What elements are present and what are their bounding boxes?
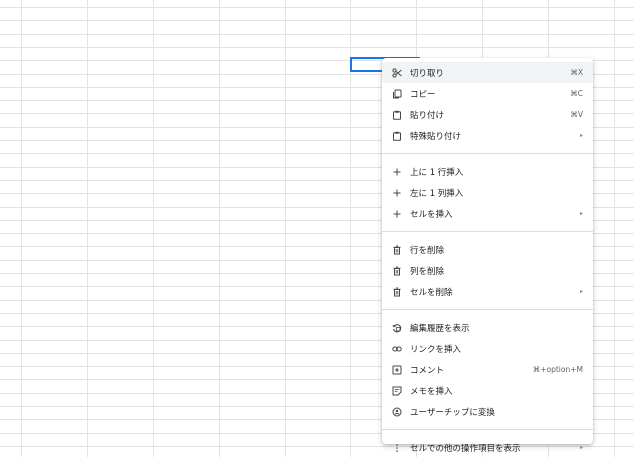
menu-item-label: 左に 1 列挿入 [410, 188, 464, 199]
menu-item-paste[interactable]: 貼り付け ⌘V [382, 104, 593, 125]
menu-item-cut[interactable]: 切り取り ⌘X [382, 62, 593, 83]
menu-item-insert-cells[interactable]: セルを挿入 ▸ [382, 203, 593, 224]
menu-item-label: 貼り付け [410, 110, 445, 121]
menu-item-label: 上に 1 行挿入 [410, 167, 464, 178]
menu-item-more-cell-actions[interactable]: セルでの他の操作項目を表示 ▸ [382, 437, 593, 458]
menu-item-label: セルでの他の操作項目を表示 [410, 443, 521, 454]
menu-item-label: メモを挿入 [410, 386, 453, 397]
note-icon [392, 386, 402, 396]
submenu-arrow-icon: ▸ [579, 132, 583, 139]
menu-item-insert-note[interactable]: メモを挿入 [382, 380, 593, 401]
grid-row-line [0, 20, 634, 21]
trash-icon [392, 266, 402, 276]
menu-item-label: ユーザーチップに変換 [410, 407, 495, 418]
menu-item-label: セルを削除 [410, 287, 453, 298]
link-icon [392, 344, 402, 354]
menu-item-label: 編集履歴を表示 [410, 323, 470, 334]
comment-icon [392, 365, 402, 375]
menu-item-label: コピー [410, 89, 436, 100]
menu-item-label: 列を削除 [410, 266, 445, 277]
grid-column-line [21, 0, 22, 457]
menu-item-insert-row-above[interactable]: 上に 1 行挿入 [382, 161, 593, 182]
history-icon [392, 323, 402, 333]
person-chip-icon [392, 407, 402, 417]
menu-divider [382, 153, 593, 154]
plus-icon [392, 167, 402, 177]
paste-icon [392, 110, 402, 120]
submenu-arrow-icon: ▸ [579, 210, 583, 217]
menu-item-label: 行を削除 [410, 245, 445, 256]
grid-column-line [153, 0, 154, 457]
context-menu: 切り取り ⌘X コピー ⌘C 貼り付け ⌘V 特殊貼り付け ▸ 上に 1 行挿入 [382, 58, 593, 454]
grid-column-line [285, 0, 286, 457]
menu-item-delete-column[interactable]: 列を削除 [382, 260, 593, 281]
menu-item-insert-link[interactable]: リンクを挿入 [382, 338, 593, 359]
more-vert-icon [392, 443, 402, 453]
menu-item-delete-row[interactable]: 行を削除 [382, 239, 593, 260]
trash-icon [392, 287, 402, 297]
grid-column-line [87, 0, 88, 457]
submenu-arrow-icon: ▸ [579, 288, 583, 295]
grid-row-line [0, 7, 634, 8]
menu-item-shortcut: ⌘X [570, 68, 583, 77]
menu-item-convert-to-people-chip[interactable]: ユーザーチップに変換 [382, 401, 593, 422]
menu-divider [382, 309, 593, 310]
menu-item-shortcut: ⌘C [570, 89, 583, 98]
submenu-arrow-icon: ▸ [579, 444, 583, 451]
grid-column-line [219, 0, 220, 457]
menu-item-label: 切り取り [410, 68, 445, 79]
menu-item-label: セルを挿入 [410, 209, 453, 220]
paste-special-icon [392, 131, 402, 141]
menu-item-label: 特殊貼り付け [410, 131, 462, 142]
grid-row-line [0, 47, 634, 48]
menu-item-paste-special[interactable]: 特殊貼り付け ▸ [382, 125, 593, 146]
menu-item-delete-cells[interactable]: セルを削除 ▸ [382, 281, 593, 302]
plus-icon [392, 209, 402, 219]
menu-item-shortcut: ⌘+option+M [532, 365, 583, 374]
menu-item-label: コメント [410, 365, 445, 376]
menu-item-comment[interactable]: コメント ⌘+option+M [382, 359, 593, 380]
grid-column-line [614, 0, 615, 457]
menu-item-shortcut: ⌘V [570, 110, 583, 119]
plus-icon [392, 188, 402, 198]
scissors-icon [392, 67, 402, 78]
copy-icon [392, 89, 402, 99]
trash-icon [392, 245, 402, 255]
menu-divider [382, 231, 593, 232]
menu-item-insert-column-left[interactable]: 左に 1 列挿入 [382, 182, 593, 203]
grid-row-line [0, 34, 634, 35]
menu-item-copy[interactable]: コピー ⌘C [382, 83, 593, 104]
menu-item-edit-history[interactable]: 編集履歴を表示 [382, 317, 593, 338]
menu-item-label: リンクを挿入 [410, 344, 462, 355]
menu-divider [382, 429, 593, 430]
